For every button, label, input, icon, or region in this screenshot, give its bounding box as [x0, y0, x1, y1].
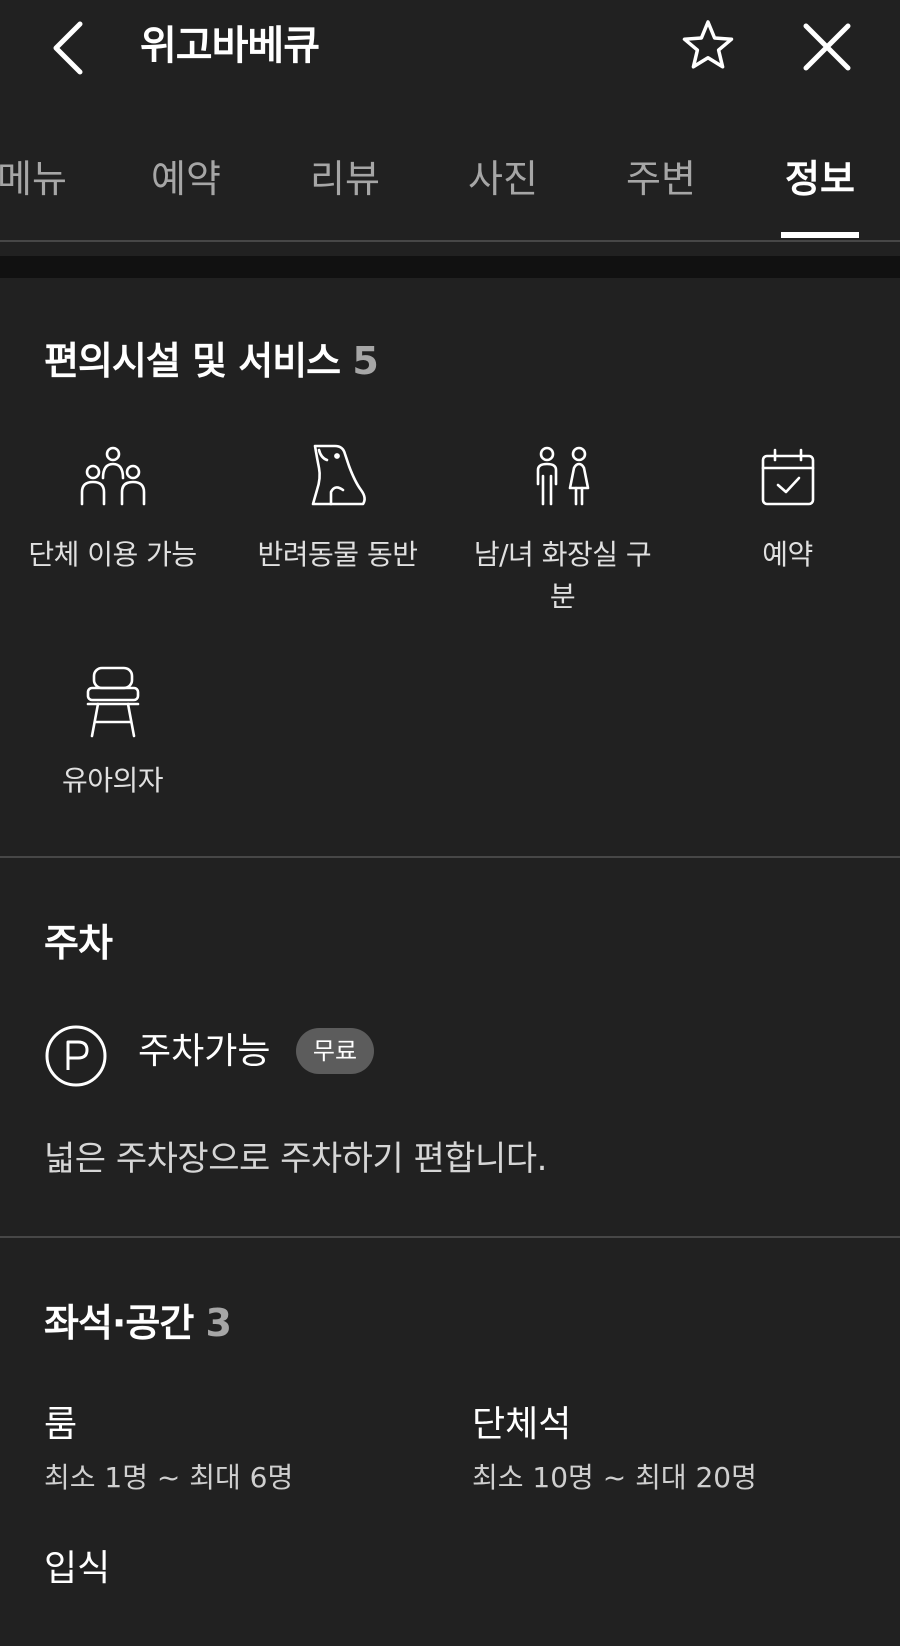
tab-reservation[interactable]: 예약 — [146, 154, 226, 204]
section-divider — [0, 1236, 900, 1238]
tab-reviews[interactable]: 리뷰 — [305, 154, 385, 204]
seating-heading: 좌석·공간 3 — [44, 1298, 232, 1348]
active-tab-indicator — [781, 232, 859, 238]
calendar-check-icon — [761, 448, 814, 506]
facility-label: 남/녀 화장실 구분 — [473, 538, 652, 613]
facilities-title: 편의시설 및 서비스 — [44, 339, 341, 383]
facility-group: 단체 이용 가능 — [0, 446, 225, 576]
parking-title: 주차 — [44, 921, 113, 965]
facility-restroom: 남/녀 화장실 구분 — [450, 446, 675, 618]
seating-title: 좌석·공간 — [44, 1301, 194, 1345]
facility-label: 유아의자 — [61, 764, 164, 797]
tab-photos[interactable]: 사진 — [463, 154, 543, 204]
facility-reservation: 예약 — [675, 446, 900, 576]
high-chair-icon — [86, 666, 139, 738]
facility-high-chair: 유아의자 — [0, 664, 225, 802]
restroom-icon — [536, 446, 589, 506]
free-badge: 무료 — [296, 1028, 374, 1074]
tab-menu[interactable]: 메뉴 — [0, 154, 70, 204]
tab-bar: 메뉴 예약 리뷰 사진 주변 정보 — [0, 140, 900, 242]
tab-nearby[interactable]: 주변 — [621, 154, 701, 204]
seat-name-room: 룸 — [44, 1404, 78, 1445]
facility-label: 예약 — [762, 538, 813, 571]
pet-dog-icon — [311, 444, 366, 506]
facilities-heading: 편의시설 및 서비스 5 — [44, 336, 379, 386]
parking-status: 주차가능 — [138, 1031, 271, 1072]
seating-count: 3 — [205, 1301, 232, 1345]
seat-name-group: 단체석 — [472, 1404, 572, 1445]
star-outline-icon[interactable] — [680, 18, 736, 74]
facility-pet: 반려동물 동반 — [225, 442, 450, 576]
facility-label: 단체 이용 가능 — [28, 538, 197, 571]
facilities-count: 5 — [352, 339, 378, 383]
tab-info[interactable]: 정보 — [781, 154, 859, 204]
app-header: 위고바베큐 — [0, 0, 900, 100]
section-separator-band — [0, 256, 900, 278]
parking-p-icon — [45, 1025, 107, 1087]
parking-description: 넓은 주차장으로 주차하기 편합니다. — [44, 1139, 547, 1179]
close-icon[interactable] — [800, 20, 854, 74]
page-title: 위고바베큐 — [140, 23, 320, 69]
section-divider — [0, 856, 900, 858]
chevron-left-icon[interactable] — [44, 18, 92, 78]
seat-range-room: 최소 1명 ~ 최대 6명 — [44, 1461, 294, 1494]
group-people-icon — [80, 446, 145, 506]
seat-name-standing: 입식 — [44, 1548, 111, 1589]
seat-range-group: 최소 10명 ~ 최대 20명 — [472, 1461, 757, 1494]
facility-label: 반려동물 동반 — [257, 538, 418, 571]
